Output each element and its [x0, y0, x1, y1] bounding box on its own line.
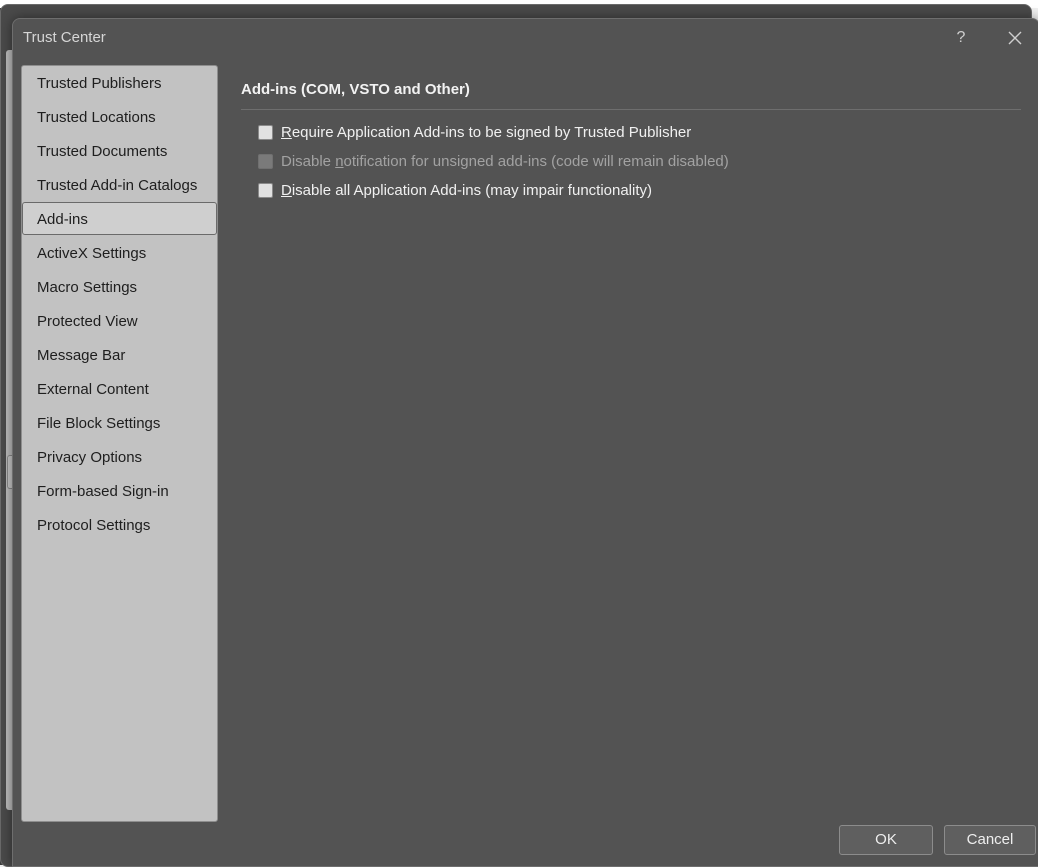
ok-button[interactable]: OK — [839, 825, 933, 855]
sidebar-item-trusted-add-in-catalogs[interactable]: Trusted Add-in Catalogs — [22, 169, 216, 202]
require-signed-checkbox[interactable] — [258, 124, 273, 140]
disable-all-checkbox[interactable] — [258, 182, 273, 198]
disable-notification-checkbox — [258, 153, 273, 169]
sidebar-item-message-bar[interactable]: Message Bar — [22, 339, 216, 372]
cancel-button[interactable]: Cancel — [944, 825, 1036, 855]
sidebar-item-trusted-documents[interactable]: Trusted Documents — [22, 135, 216, 168]
disable-notification-label: Disable notification for unsigned add-in… — [281, 153, 729, 170]
require-signed-label: Require Application Add-ins to be signed… — [281, 124, 691, 141]
trust-center-dialog: Trust Center ? Trusted Publishers Truste… — [12, 18, 1038, 867]
disable-all-label: Disable all Application Add-ins (may imp… — [281, 182, 652, 199]
disable-notification-text: otification for unsigned add-ins (code w… — [343, 152, 729, 170]
sidebar-item-external-content[interactable]: External Content — [22, 373, 216, 406]
close-icon — [1008, 31, 1022, 45]
disable-all-text: isable all Application Add-ins (may impa… — [291, 181, 653, 199]
require-signed-text: equire Application Add-ins to be signed … — [291, 123, 692, 141]
section-divider — [241, 109, 1021, 110]
sidebar-item-activex-settings[interactable]: ActiveX Settings — [22, 237, 216, 270]
sidebar-item-macro-settings[interactable]: Macro Settings — [22, 271, 216, 304]
sidebar-item-protocol-settings[interactable]: Protocol Settings — [22, 509, 216, 542]
sidebar-item-form-based-sign-in[interactable]: Form-based Sign-in — [22, 475, 216, 508]
sidebar-nav: Trusted Publishers Trusted Locations Tru… — [21, 65, 218, 822]
dialog-title: Trust Center — [23, 29, 106, 46]
dialog-titlebar: Trust Center ? — [13, 19, 1038, 57]
sidebar-item-privacy-options[interactable]: Privacy Options — [22, 441, 216, 474]
access-key-n: n — [335, 152, 344, 170]
section-title: Add-ins (COM, VSTO and Other) — [241, 81, 470, 98]
sidebar-item-trusted-locations[interactable]: Trusted Locations — [22, 101, 216, 134]
close-button[interactable] — [1003, 26, 1027, 50]
help-button[interactable]: ? — [951, 27, 971, 49]
sidebar-item-add-ins[interactable]: Add-ins — [22, 202, 217, 235]
sidebar-item-file-block-settings[interactable]: File Block Settings — [22, 407, 216, 440]
sidebar-item-protected-view[interactable]: Protected View — [22, 305, 216, 338]
option-disable-notification-unsigned: Disable notification for unsigned add-in… — [258, 150, 729, 172]
option-disable-all-add-ins[interactable]: Disable all Application Add-ins (may imp… — [258, 179, 652, 201]
option-require-signed-add-ins[interactable]: Require Application Add-ins to be signed… — [258, 121, 691, 143]
access-key-d: D — [281, 181, 292, 199]
access-key-r: R — [281, 123, 292, 141]
disable-notification-pre: Disable — [281, 152, 336, 170]
sidebar-item-trusted-publishers[interactable]: Trusted Publishers — [22, 67, 216, 100]
